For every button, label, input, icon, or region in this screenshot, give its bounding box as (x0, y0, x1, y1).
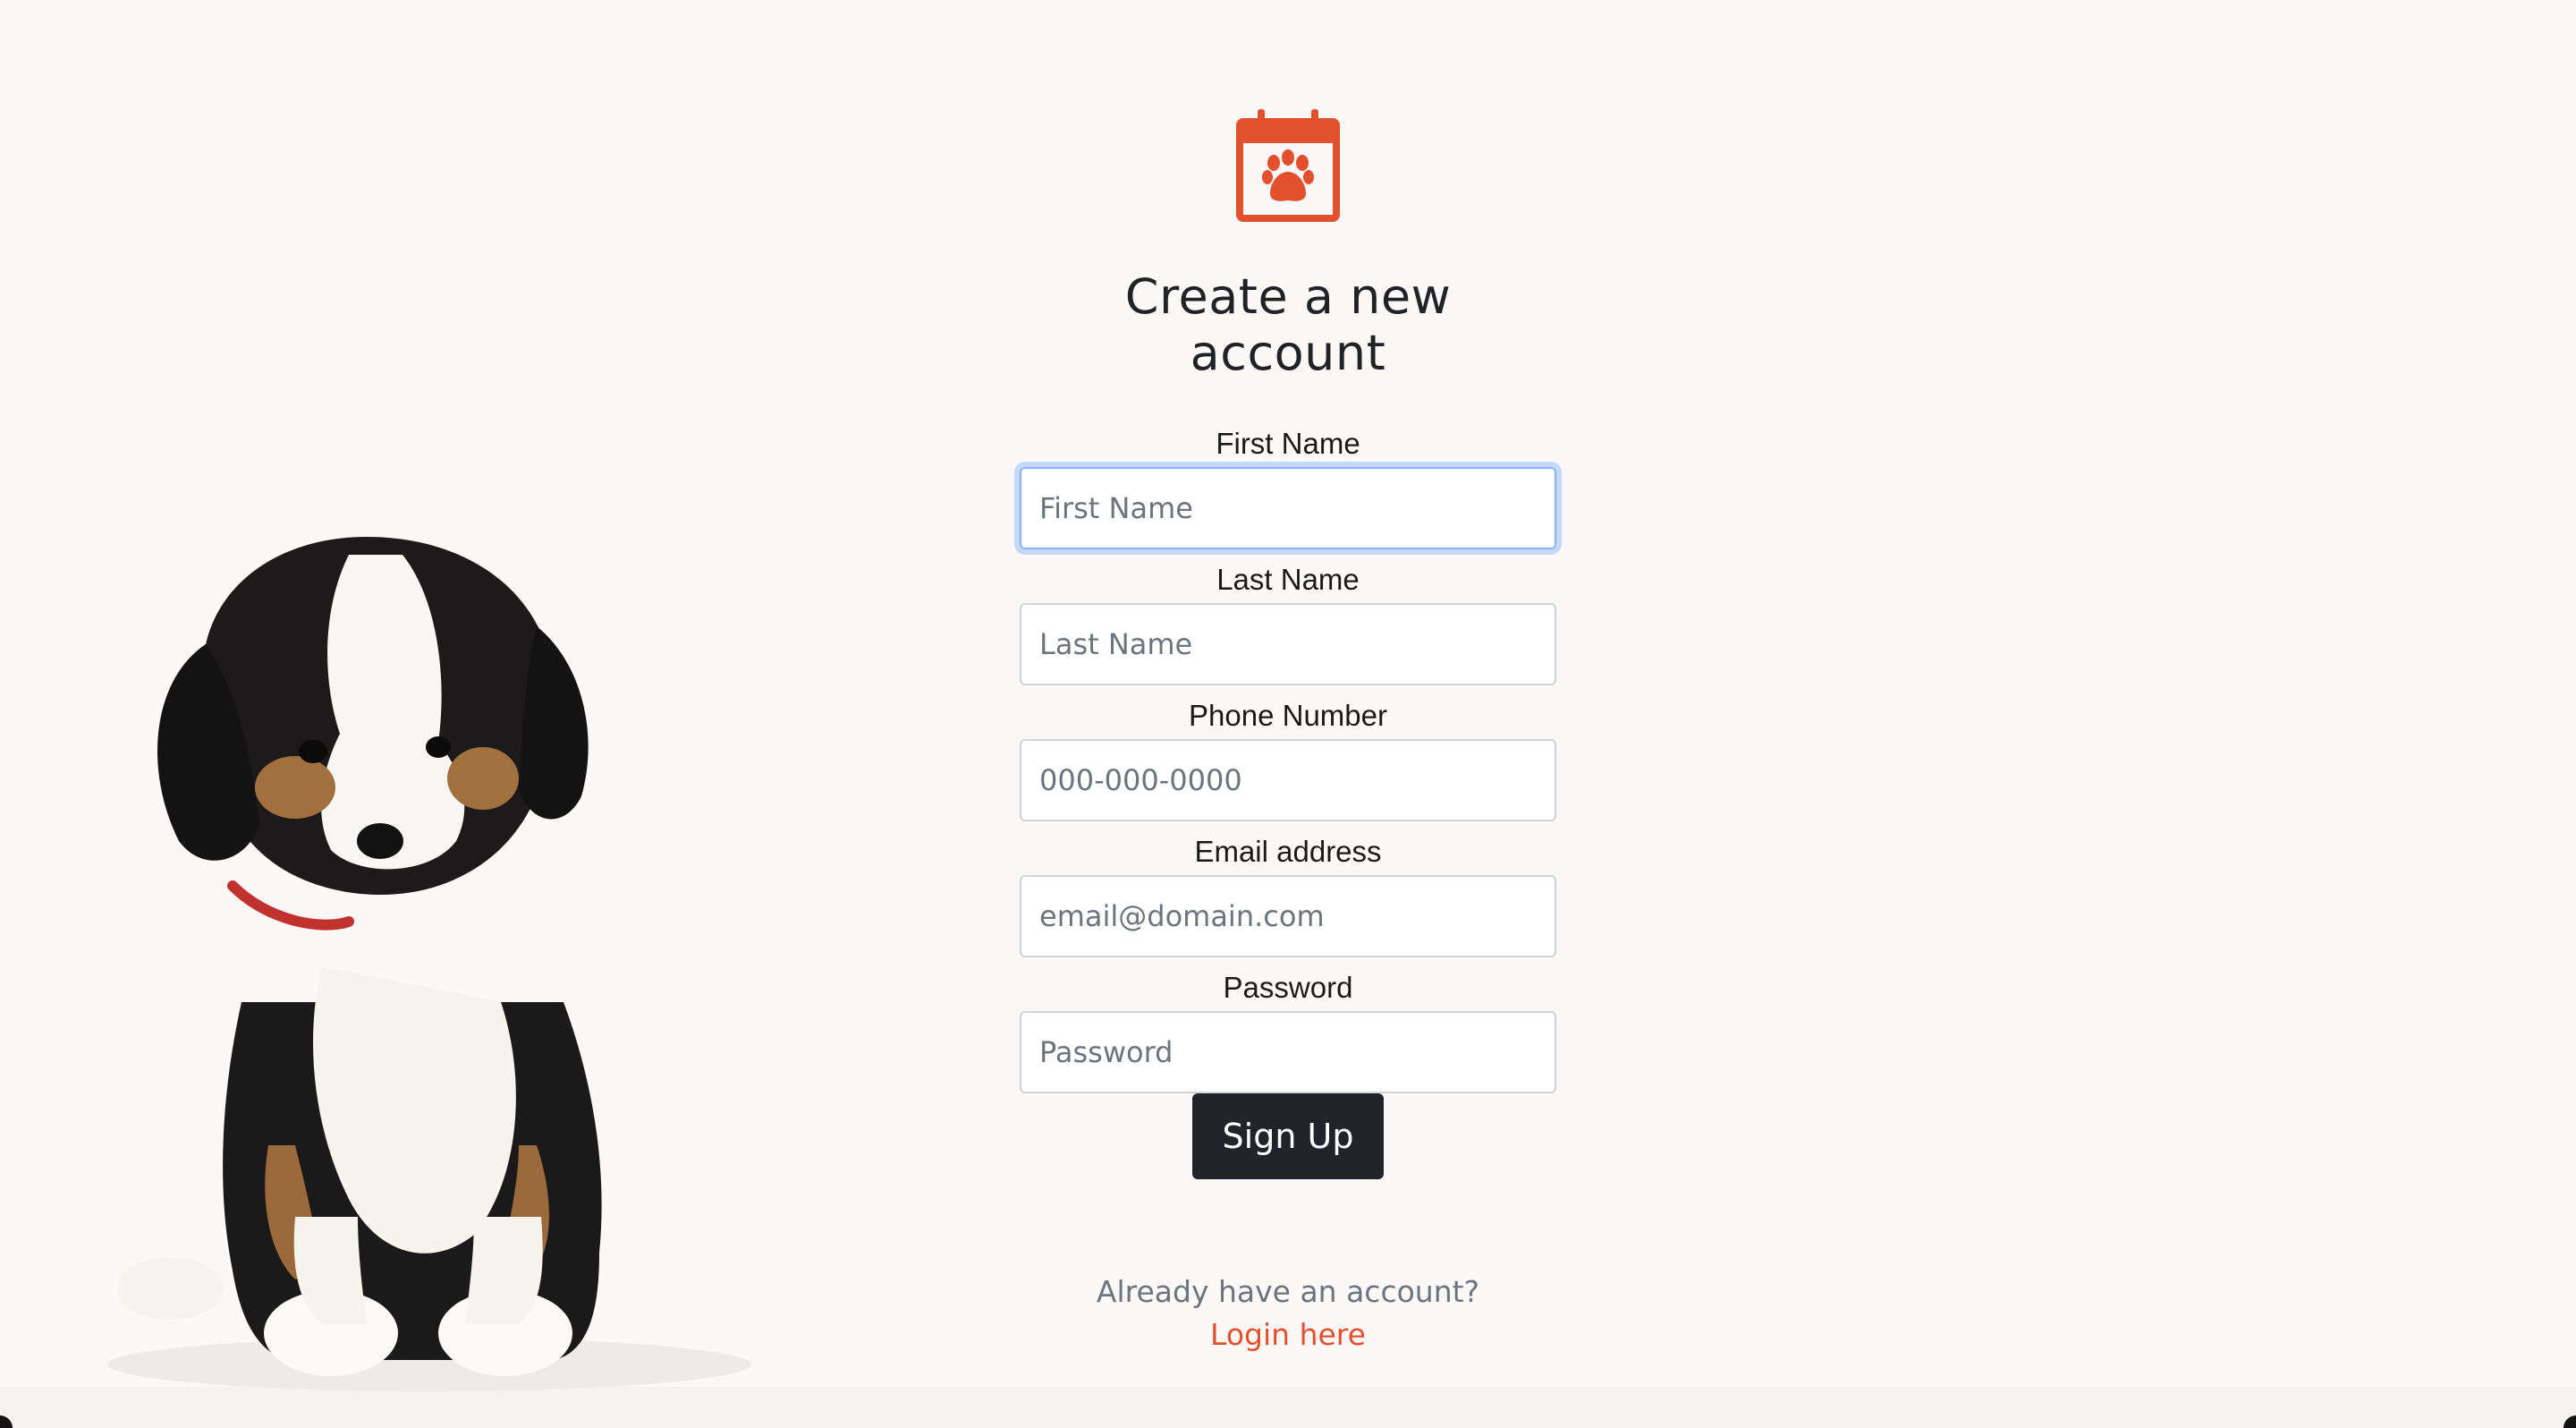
signup-form: Create a new account First Name Last Nam… (1020, 107, 1556, 1356)
login-prompt: Already have an account? (1096, 1274, 1480, 1309)
page-title: Create a new account (1124, 268, 1452, 381)
puppy-image (54, 501, 823, 1396)
window-corner-left (0, 1415, 13, 1428)
last-name-input[interactable] (1020, 603, 1556, 685)
email-input[interactable] (1020, 875, 1556, 957)
phone-number-label: Phone Number (1189, 699, 1387, 732)
email-label: Email address (1194, 835, 1382, 868)
window-corner-right (2563, 1415, 2576, 1428)
first-name-label: First Name (1216, 427, 1360, 460)
phone-number-input[interactable] (1020, 739, 1556, 821)
sign-up-button[interactable]: Sign Up (1191, 1093, 1385, 1179)
last-name-label: Last Name (1216, 563, 1360, 596)
calendar-paw-icon (1236, 109, 1340, 222)
password-label: Password (1223, 971, 1353, 1004)
first-name-input[interactable] (1020, 467, 1556, 549)
login-link[interactable]: Login here (1210, 1313, 1366, 1356)
password-input[interactable] (1020, 1011, 1556, 1093)
